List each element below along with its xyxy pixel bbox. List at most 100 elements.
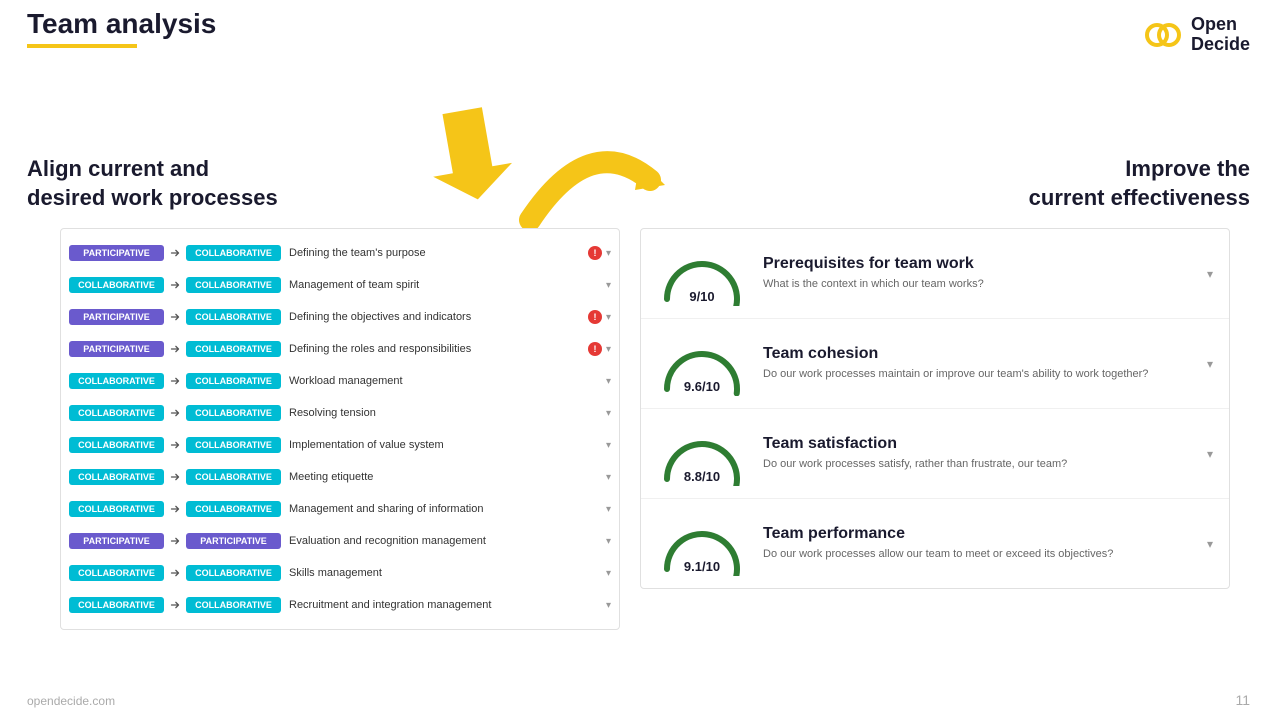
- right-section-heading: Improve the current effectiveness: [1029, 155, 1250, 212]
- logo: Open Decide: [1143, 15, 1250, 55]
- badge-current: COLLABORATIVE: [69, 277, 164, 293]
- chevron-icon: ▾: [606, 280, 611, 291]
- badge-desired: COLLABORATIVE: [186, 469, 281, 485]
- page-title: Team analysis: [27, 8, 216, 40]
- process-row[interactable]: COLLABORATIVE COLLABORATIVE Resolving te…: [61, 397, 619, 429]
- arrow-right-icon: [168, 598, 182, 612]
- badge-desired: COLLABORATIVE: [186, 277, 281, 293]
- process-name: Defining the objectives and indicators: [289, 310, 584, 324]
- process-row[interactable]: COLLABORATIVE COLLABORATIVE Management a…: [61, 493, 619, 525]
- process-name: Defining the team's purpose: [289, 246, 584, 260]
- footer-page-number: 11: [1235, 692, 1250, 708]
- alert-indicator: !: [588, 342, 602, 356]
- logo-icon: [1143, 15, 1183, 55]
- process-row[interactable]: COLLABORATIVE COLLABORATIVE Workload man…: [61, 365, 619, 397]
- process-row[interactable]: PARTICIPATIVE COLLABORATIVE Defining the…: [61, 301, 619, 333]
- page-header: Team analysis: [27, 8, 216, 48]
- badge-current: COLLABORATIVE: [69, 501, 164, 517]
- alert-indicator: !: [588, 246, 602, 260]
- badge-desired: COLLABORATIVE: [186, 341, 281, 357]
- process-row[interactable]: COLLABORATIVE COLLABORATIVE Implementati…: [61, 429, 619, 461]
- badge-current: COLLABORATIVE: [69, 405, 164, 421]
- chevron-icon: ▾: [606, 344, 611, 355]
- badge-desired: COLLABORATIVE: [186, 501, 281, 517]
- metric-title: Team cohesion: [763, 345, 1191, 363]
- left-panel: PARTICIPATIVE COLLABORATIVE Defining the…: [60, 228, 620, 630]
- metric-title: Team performance: [763, 525, 1191, 543]
- arrow-right-icon: [168, 374, 182, 388]
- gauge-svg: 9.6/10: [657, 331, 747, 396]
- arrow-right-icon: [168, 566, 182, 580]
- badge-current: COLLABORATIVE: [69, 469, 164, 485]
- gauge-container: 9/10: [657, 241, 747, 306]
- metric-info: Team cohesion Do our work processes main…: [763, 345, 1191, 382]
- chevron-icon: ▾: [606, 568, 611, 579]
- chevron-icon: ▾: [606, 536, 611, 547]
- process-name: Implementation of value system: [289, 438, 602, 452]
- metric-row-satisfaction[interactable]: 8.8/10 Team satisfaction Do our work pro…: [641, 409, 1229, 499]
- metric-info: Team satisfaction Do our work processes …: [763, 435, 1191, 472]
- chevron-icon: ▾: [606, 408, 611, 419]
- metric-info: Team performance Do our work processes a…: [763, 525, 1191, 562]
- process-name: Management and sharing of information: [289, 502, 602, 516]
- badge-desired: COLLABORATIVE: [186, 565, 281, 581]
- arrow-right-icon: [168, 310, 182, 324]
- alert-indicator: !: [588, 310, 602, 324]
- gauge-container: 9.6/10: [657, 331, 747, 396]
- arrow-right-icon: [168, 470, 182, 484]
- decorative-arrows: [370, 100, 670, 240]
- svg-text:9.6/10: 9.6/10: [684, 379, 720, 394]
- metric-row-prerequisites[interactable]: 9/10 Prerequisites for team work What is…: [641, 229, 1229, 319]
- metric-row-performance[interactable]: 9.1/10 Team performance Do our work proc…: [641, 499, 1229, 588]
- badge-current: PARTICIPATIVE: [69, 341, 164, 357]
- process-name: Resolving tension: [289, 406, 602, 420]
- process-name: Recruitment and integration management: [289, 598, 602, 612]
- badge-current: PARTICIPATIVE: [69, 533, 164, 549]
- process-row[interactable]: PARTICIPATIVE COLLABORATIVE Defining the…: [61, 237, 619, 269]
- metric-title: Prerequisites for team work: [763, 255, 1191, 273]
- metric-row-cohesion[interactable]: 9.6/10 Team cohesion Do our work process…: [641, 319, 1229, 409]
- badge-desired: COLLABORATIVE: [186, 309, 281, 325]
- metric-chevron-icon: ▾: [1207, 267, 1213, 281]
- badge-desired: COLLABORATIVE: [186, 437, 281, 453]
- badge-current: COLLABORATIVE: [69, 373, 164, 389]
- chevron-icon: ▾: [606, 472, 611, 483]
- chevron-icon: ▾: [606, 504, 611, 515]
- process-row[interactable]: COLLABORATIVE COLLABORATIVE Meeting etiq…: [61, 461, 619, 493]
- logo-text: Open Decide: [1191, 15, 1250, 55]
- metric-chevron-icon: ▾: [1207, 537, 1213, 551]
- gauge-container: 9.1/10: [657, 511, 747, 576]
- metric-title: Team satisfaction: [763, 435, 1191, 453]
- process-row[interactable]: COLLABORATIVE COLLABORATIVE Skills manag…: [61, 557, 619, 589]
- process-name: Workload management: [289, 374, 602, 388]
- process-row[interactable]: PARTICIPATIVE PARTICIPATIVE Evaluation a…: [61, 525, 619, 557]
- metric-chevron-icon: ▾: [1207, 447, 1213, 461]
- gauge-svg: 9.1/10: [657, 511, 747, 576]
- process-row[interactable]: COLLABORATIVE COLLABORATIVE Recruitment …: [61, 589, 619, 621]
- svg-text:9.1/10: 9.1/10: [684, 559, 720, 574]
- arrow-right-icon: [168, 438, 182, 452]
- gauge-svg: 9/10: [657, 241, 747, 306]
- badge-current: COLLABORATIVE: [69, 437, 164, 453]
- badge-desired: COLLABORATIVE: [186, 405, 281, 421]
- process-row[interactable]: PARTICIPATIVE COLLABORATIVE Defining the…: [61, 333, 619, 365]
- metric-chevron-icon: ▾: [1207, 357, 1213, 371]
- process-row[interactable]: COLLABORATIVE COLLABORATIVE Management o…: [61, 269, 619, 301]
- process-name: Meeting etiquette: [289, 470, 602, 484]
- chevron-icon: ▾: [606, 248, 611, 259]
- gauge-svg: 8.8/10: [657, 421, 747, 486]
- chevron-icon: ▾: [606, 600, 611, 611]
- metric-description: Do our work processes satisfy, rather th…: [763, 457, 1191, 472]
- metric-description: Do our work processes maintain or improv…: [763, 367, 1191, 382]
- badge-desired: COLLABORATIVE: [186, 373, 281, 389]
- metric-info: Prerequisites for team work What is the …: [763, 255, 1191, 292]
- chevron-icon: ▾: [606, 440, 611, 451]
- chevron-icon: ▾: [606, 376, 611, 387]
- gauge-container: 8.8/10: [657, 421, 747, 486]
- arrow-right-icon: [168, 278, 182, 292]
- metric-description: Do our work processes allow our team to …: [763, 547, 1191, 562]
- badge-desired: COLLABORATIVE: [186, 245, 281, 261]
- badge-desired: COLLABORATIVE: [186, 597, 281, 613]
- metric-description: What is the context in which our team wo…: [763, 277, 1191, 292]
- process-name: Evaluation and recognition management: [289, 534, 602, 548]
